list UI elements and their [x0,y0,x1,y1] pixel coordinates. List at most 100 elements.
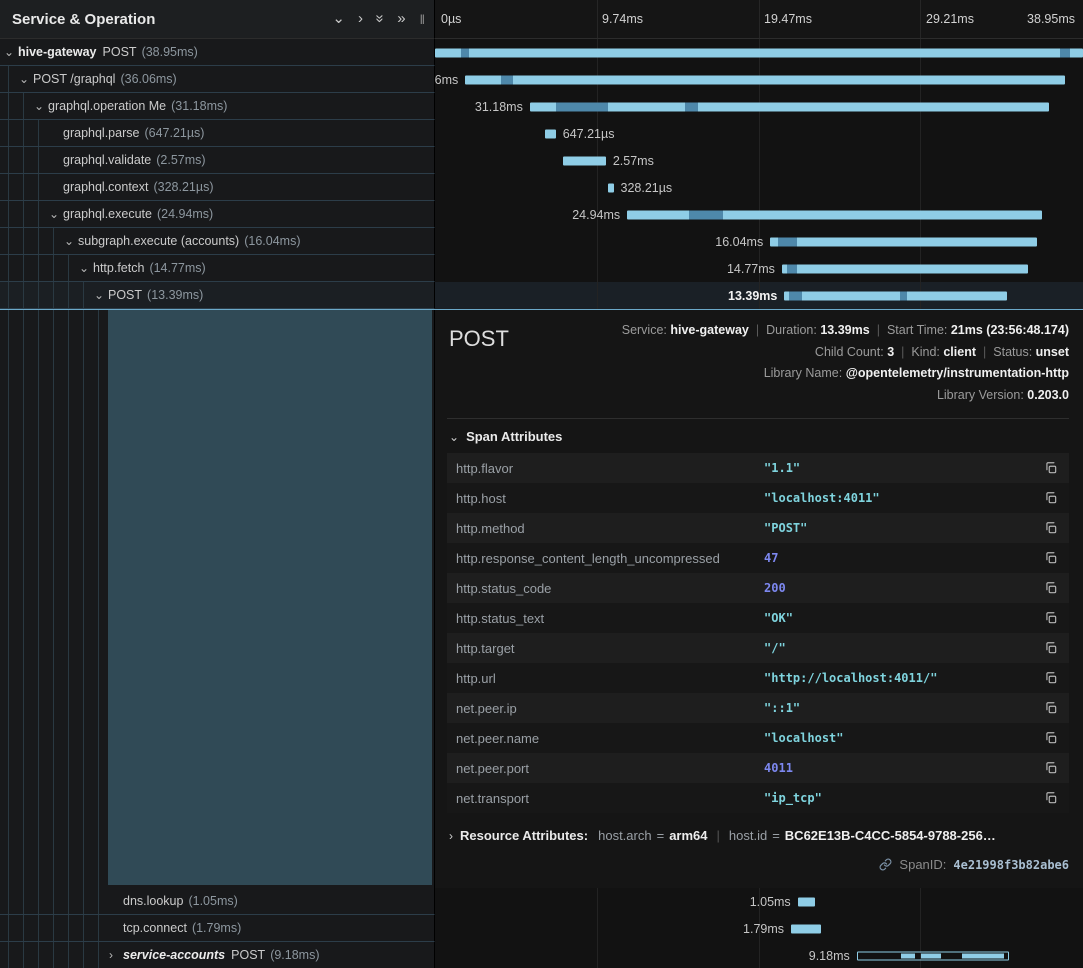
copy-button[interactable] [1042,669,1060,687]
span-attributes-toggle[interactable]: ⌄ Span Attributes [447,429,1069,444]
span-row[interactable]: ⌄graphql.operation Me(31.18ms)31.18ms [0,93,1083,120]
duration-text: (31.18ms) [171,99,227,113]
operation-name: POST [231,948,265,962]
meta-label: Library Version: [937,388,1027,402]
resource-attributes-toggle[interactable]: › Resource Attributes: host.arch=arm64|h… [447,828,1069,843]
span-bar[interactable] [782,264,1028,273]
span-bar[interactable] [798,897,815,906]
bar-duration-label: 36.06ms [435,73,458,87]
chevron-down-icon[interactable]: ⌄ [79,262,93,274]
service-name: service-accounts [123,948,225,962]
bar-duration-label: 9.18ms [809,949,850,963]
chevron-down-icon[interactable]: ⌄ [64,235,78,247]
span-name-cell[interactable]: ›service-accountsPOST(9.18ms) [0,942,435,968]
chevron-down-icon[interactable]: ⌄ [4,46,18,58]
span-bar[interactable] [770,237,1037,246]
span-name-cell[interactable]: ⌄http.fetch(14.77ms) [0,255,435,282]
span-name-cell[interactable]: dns.lookup(1.05ms) [0,888,435,915]
meta-value: @opentelemetry/instrumentation-http [846,366,1069,380]
span-bar-segment [901,953,915,958]
span-bar-cell[interactable]: 16.04ms [435,228,1083,255]
attribute-value: "ip_tcp" [764,791,1034,805]
link-icon[interactable] [879,858,892,871]
span-bar-cell[interactable]: 1.05ms [435,888,1083,915]
span-row[interactable]: dns.lookup(1.05ms)1.05ms [0,888,1083,915]
copy-button[interactable] [1042,759,1060,777]
chevron-down-icon[interactable]: ⌄ [19,73,33,85]
span-bar[interactable] [563,156,606,165]
span-bar-cell[interactable]: 2.57ms [435,147,1083,174]
chevron-right-icon[interactable]: › [109,949,123,961]
span-name-cell[interactable]: tcp.connect(1.79ms) [0,915,435,942]
span-bar[interactable] [465,75,1065,84]
span-bar-cell[interactable]: 36.06ms [435,66,1083,93]
span-name-cell[interactable]: graphql.parse(647.21µs) [0,120,435,147]
span-name-cell[interactable]: ⌄POST(13.39ms) [0,282,435,309]
span-row[interactable]: ⌄POST(13.39ms) 13.39ms [0,282,1083,309]
span-row[interactable]: graphql.context(328.21µs)328.21µs [0,174,1083,201]
copy-button[interactable] [1042,489,1060,507]
chevron-down-icon[interactable]: ⌄ [34,100,48,112]
expand-all-icon[interactable]: » [397,10,405,27]
attribute-row: net.peer.ip"::1" [447,693,1069,723]
copy-button[interactable] [1042,519,1060,537]
span-bar[interactable] [608,183,613,192]
span-name-cell[interactable]: ⌄subgraph.execute (accounts)(16.04ms) [0,228,435,255]
span-bar-segment [689,210,722,219]
copy-button[interactable] [1042,639,1060,657]
span-bar[interactable] [791,924,821,933]
span-bar-cell[interactable]: 31.18ms [435,93,1083,120]
attribute-row: net.peer.name"localhost" [447,723,1069,753]
span-row[interactable]: ⌄hive-gatewayPOST(38.95ms)38.95ms [0,39,1083,66]
copy-button[interactable] [1042,699,1060,717]
span-row[interactable]: graphql.parse(647.21µs)647.21µs [0,120,1083,147]
span-bar-cell[interactable]: 14.77ms [435,255,1083,282]
attribute-row: http.host"localhost:4011" [447,483,1069,513]
meta-label: Status: [993,345,1035,359]
panel-resize-handle[interactable]: ‖ [420,12,426,27]
duration-text: (38.95ms) [142,45,198,59]
span-name-cell[interactable]: ⌄hive-gatewayPOST(38.95ms) [0,39,435,66]
span-name-cell[interactable]: graphql.validate(2.57ms) [0,147,435,174]
copy-button[interactable] [1042,789,1060,807]
chevron-right-icon[interactable]: › [358,10,363,27]
span-row[interactable]: ⌄http.fetch(14.77ms)14.77ms [0,255,1083,282]
collapse-all-icon[interactable]: » [376,10,384,27]
span-row[interactable]: graphql.validate(2.57ms)2.57ms [0,147,1083,174]
span-row[interactable]: ⌄subgraph.execute (accounts)(16.04ms)16.… [0,228,1083,255]
span-name-cell[interactable]: ⌄graphql.operation Me(31.18ms) [0,93,435,120]
span-bar-segment [921,953,941,958]
span-name-cell[interactable]: graphql.context(328.21µs) [0,174,435,201]
span-bar-cell[interactable]: 1.79ms [435,915,1083,942]
span-name-cell[interactable]: ⌄POST /graphql(36.06ms) [0,66,435,93]
span-bar-cell[interactable]: 38.95ms [435,39,1083,66]
copy-button[interactable] [1042,609,1060,627]
span-row[interactable]: ⌄POST /graphql(36.06ms)36.06ms [0,66,1083,93]
copy-button[interactable] [1042,549,1060,567]
span-bar-cell[interactable]: 24.94ms [435,201,1083,228]
meta-label: Service: [622,323,671,337]
copy-button[interactable] [1042,459,1060,477]
copy-button[interactable] [1042,729,1060,747]
span-bar-cell[interactable]: 9.18ms [435,942,1083,968]
span-row[interactable]: tcp.connect(1.79ms)1.79ms [0,915,1083,942]
span-bar-cell[interactable]: 647.21µs [435,120,1083,147]
span-name-cell[interactable]: ⌄graphql.execute(24.94ms) [0,201,435,228]
copy-button[interactable] [1042,579,1060,597]
span-bar-cell[interactable]: 13.39ms [435,282,1083,309]
span-bar[interactable] [857,951,1010,960]
span-bar-cell[interactable]: 328.21µs [435,174,1083,201]
span-bar[interactable] [784,291,1007,300]
copy-icon [1044,791,1058,805]
bar-duration-label: 13.39ms [728,289,777,303]
chevron-down-icon[interactable]: ⌄ [332,10,345,27]
meta-label: Duration: [766,323,820,337]
span-row[interactable]: ⌄graphql.execute(24.94ms)24.94ms [0,201,1083,228]
span-bar[interactable] [545,129,556,138]
span-row[interactable]: ›service-accountsPOST(9.18ms)9.18ms [0,942,1083,968]
span-bar[interactable] [530,102,1049,111]
chevron-down-icon[interactable]: ⌄ [94,289,108,301]
chevron-down-icon[interactable]: ⌄ [49,208,63,220]
span-bar[interactable] [435,48,1083,57]
span-bar[interactable] [627,210,1042,219]
